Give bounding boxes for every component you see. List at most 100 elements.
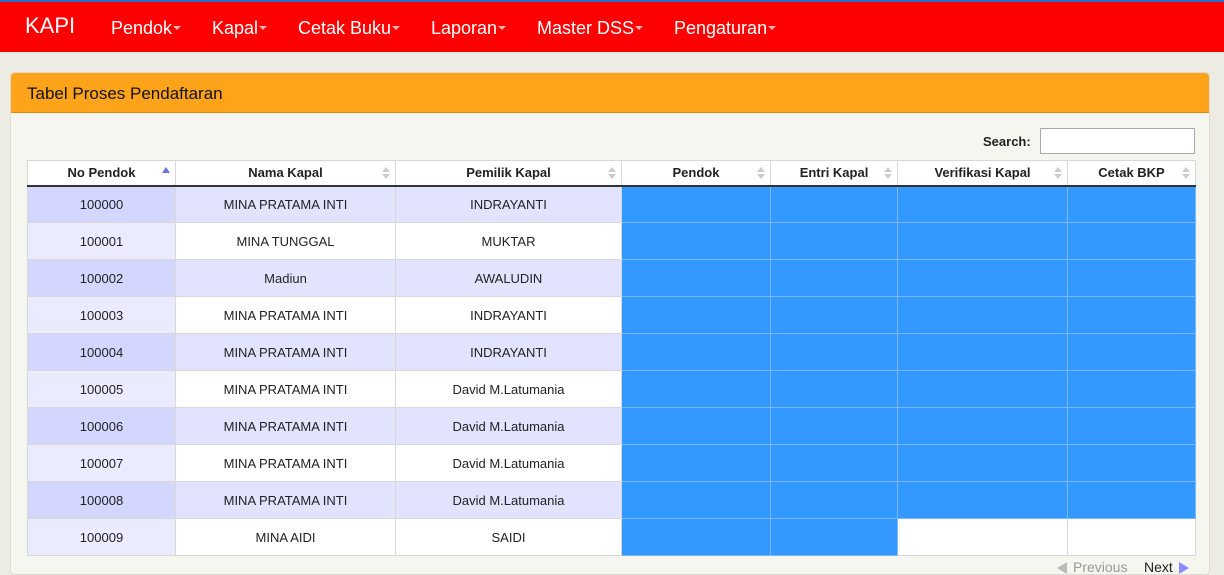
sort-ascending-icon <box>162 167 170 173</box>
table-row[interactable]: 100004 MINA PRATAMA INTI INDRAYANTI <box>27 333 1196 371</box>
caret-down-icon <box>392 26 401 31</box>
column-header-pendok[interactable]: Pendok <box>621 160 771 187</box>
cell-no-pendok: 100007 <box>27 444 176 482</box>
cell-status-cetak-bkp <box>1067 481 1196 519</box>
table-row[interactable]: 100002 Madiun AWALUDIN <box>27 259 1196 297</box>
table-header-row: No Pendok Nama Kapal Pemilik Kapal Pendo… <box>27 160 1196 187</box>
cell-status-pendok <box>621 259 771 297</box>
cell-nama-kapal: MINA TUNGGAL <box>175 222 396 260</box>
menu-label: Cetak Buku <box>298 18 392 38</box>
column-header-nama-kapal[interactable]: Nama Kapal <box>175 160 396 187</box>
menu-pengaturan[interactable]: Pengaturan <box>674 18 777 39</box>
cell-status-cetak-bkp <box>1067 296 1196 334</box>
cell-no-pendok: 100006 <box>27 407 176 445</box>
column-header-verifikasi-kapal[interactable]: Verifikasi Kapal <box>897 160 1068 187</box>
column-header-cetak-bkp[interactable]: Cetak BKP <box>1067 160 1196 187</box>
cell-no-pendok: 100005 <box>27 370 176 408</box>
cell-pemilik-kapal: David M.Latumania <box>395 407 622 445</box>
cell-pemilik-kapal: David M.Latumania <box>395 481 622 519</box>
column-label: Entri Kapal <box>799 165 869 181</box>
column-label: Pendok <box>672 165 720 181</box>
cell-status-pendok <box>621 296 771 334</box>
table-row[interactable]: 100006 MINA PRATAMA INTI David M.Latumania <box>27 407 1196 445</box>
brand-logo[interactable]: KAPI <box>25 13 75 39</box>
cell-nama-kapal: MINA PRATAMA INTI <box>175 185 396 223</box>
cell-pemilik-kapal: AWALUDIN <box>395 259 622 297</box>
cell-status-entri-kapal <box>770 481 898 519</box>
cell-status-entri-kapal <box>770 296 898 334</box>
search-input[interactable] <box>1040 128 1195 154</box>
cell-no-pendok: 100008 <box>27 481 176 519</box>
menu-label: Master DSS <box>537 18 635 38</box>
cell-status-pendok <box>621 518 771 556</box>
cell-no-pendok: 100003 <box>27 296 176 334</box>
cell-status-cetak-bkp <box>1067 333 1196 371</box>
cell-status-pendok <box>621 222 771 260</box>
cell-status-pendok <box>621 185 771 223</box>
table-row[interactable]: 100009 MINA AIDI SAIDI <box>27 518 1196 556</box>
cell-nama-kapal: MINA PRATAMA INTI <box>175 296 396 334</box>
previous-button[interactable]: Previous <box>1057 559 1127 575</box>
sort-both-icon <box>884 167 892 179</box>
cell-pemilik-kapal: David M.Latumania <box>395 370 622 408</box>
cell-status-cetak-bkp <box>1067 259 1196 297</box>
caret-down-icon <box>635 26 644 31</box>
cell-status-cetak-bkp <box>1067 518 1196 556</box>
menu-cetak-buku[interactable]: Cetak Buku <box>298 18 401 39</box>
cell-nama-kapal: MINA PRATAMA INTI <box>175 407 396 445</box>
cell-status-pendok <box>621 333 771 371</box>
cell-status-entri-kapal <box>770 259 898 297</box>
cell-status-verifikasi-kapal <box>897 185 1068 223</box>
column-header-pemilik-kapal[interactable]: Pemilik Kapal <box>395 160 622 187</box>
sort-both-icon <box>1054 167 1062 179</box>
cell-status-cetak-bkp <box>1067 444 1196 482</box>
cell-status-pendok <box>621 407 771 445</box>
sort-both-icon <box>757 167 765 179</box>
cell-nama-kapal: Madiun <box>175 259 396 297</box>
top-navbar: KAPI Pendok Kapal Cetak Buku Laporan Mas… <box>0 0 1224 52</box>
panel-title: Tabel Proses Pendaftaran <box>27 84 223 103</box>
cell-status-entri-kapal <box>770 333 898 371</box>
table-row[interactable]: 100001 MINA TUNGGAL MUKTAR <box>27 222 1196 260</box>
column-header-entri-kapal[interactable]: Entri Kapal <box>770 160 898 187</box>
previous-label: Previous <box>1073 559 1128 575</box>
search-label: Search: <box>983 134 1031 149</box>
cell-no-pendok: 100002 <box>27 259 176 297</box>
menu-kapal[interactable]: Kapal <box>212 18 268 39</box>
cell-pemilik-kapal: SAIDI <box>395 518 622 556</box>
cell-status-entri-kapal <box>770 518 898 556</box>
cell-status-cetak-bkp <box>1067 185 1196 223</box>
table-row[interactable]: 100008 MINA PRATAMA INTI David M.Latumania <box>27 481 1196 519</box>
sort-both-icon <box>1182 167 1190 179</box>
menu-master-dss[interactable]: Master DSS <box>537 18 644 39</box>
table-row[interactable]: 100000 MINA PRATAMA INTI INDRAYANTI <box>27 185 1196 223</box>
cell-pemilik-kapal: INDRAYANTI <box>395 185 622 223</box>
sort-both-icon <box>608 167 616 179</box>
next-button[interactable]: Next <box>1144 559 1189 575</box>
menu-label: Kapal <box>212 18 259 38</box>
cell-status-pendok <box>621 444 771 482</box>
cell-status-verifikasi-kapal <box>897 444 1068 482</box>
cell-status-cetak-bkp <box>1067 407 1196 445</box>
menu-label: Pendok <box>111 18 173 38</box>
registration-table: No Pendok Nama Kapal Pemilik Kapal Pendo… <box>27 160 1196 556</box>
sort-both-icon <box>382 167 390 179</box>
cell-nama-kapal: MINA AIDI <box>175 518 396 556</box>
cell-nama-kapal: MINA PRATAMA INTI <box>175 481 396 519</box>
cell-status-pendok <box>621 370 771 408</box>
cell-status-entri-kapal <box>770 185 898 223</box>
panel-header: Tabel Proses Pendaftaran <box>11 73 1209 113</box>
cell-status-verifikasi-kapal <box>897 259 1068 297</box>
column-header-no-pendok[interactable]: No Pendok <box>27 160 176 187</box>
table-row[interactable]: 100003 MINA PRATAMA INTI INDRAYANTI <box>27 296 1196 334</box>
cell-status-cetak-bkp <box>1067 370 1196 408</box>
cell-status-verifikasi-kapal <box>897 481 1068 519</box>
menu-pendok[interactable]: Pendok <box>111 18 182 39</box>
cell-status-verifikasi-kapal <box>897 407 1068 445</box>
table-row[interactable]: 100007 MINA PRATAMA INTI David M.Latumania <box>27 444 1196 482</box>
cell-status-entri-kapal <box>770 444 898 482</box>
cell-no-pendok: 100000 <box>27 185 176 223</box>
menu-laporan[interactable]: Laporan <box>431 18 507 39</box>
table-row[interactable]: 100005 MINA PRATAMA INTI David M.Latumania <box>27 370 1196 408</box>
caret-down-icon <box>173 26 182 31</box>
